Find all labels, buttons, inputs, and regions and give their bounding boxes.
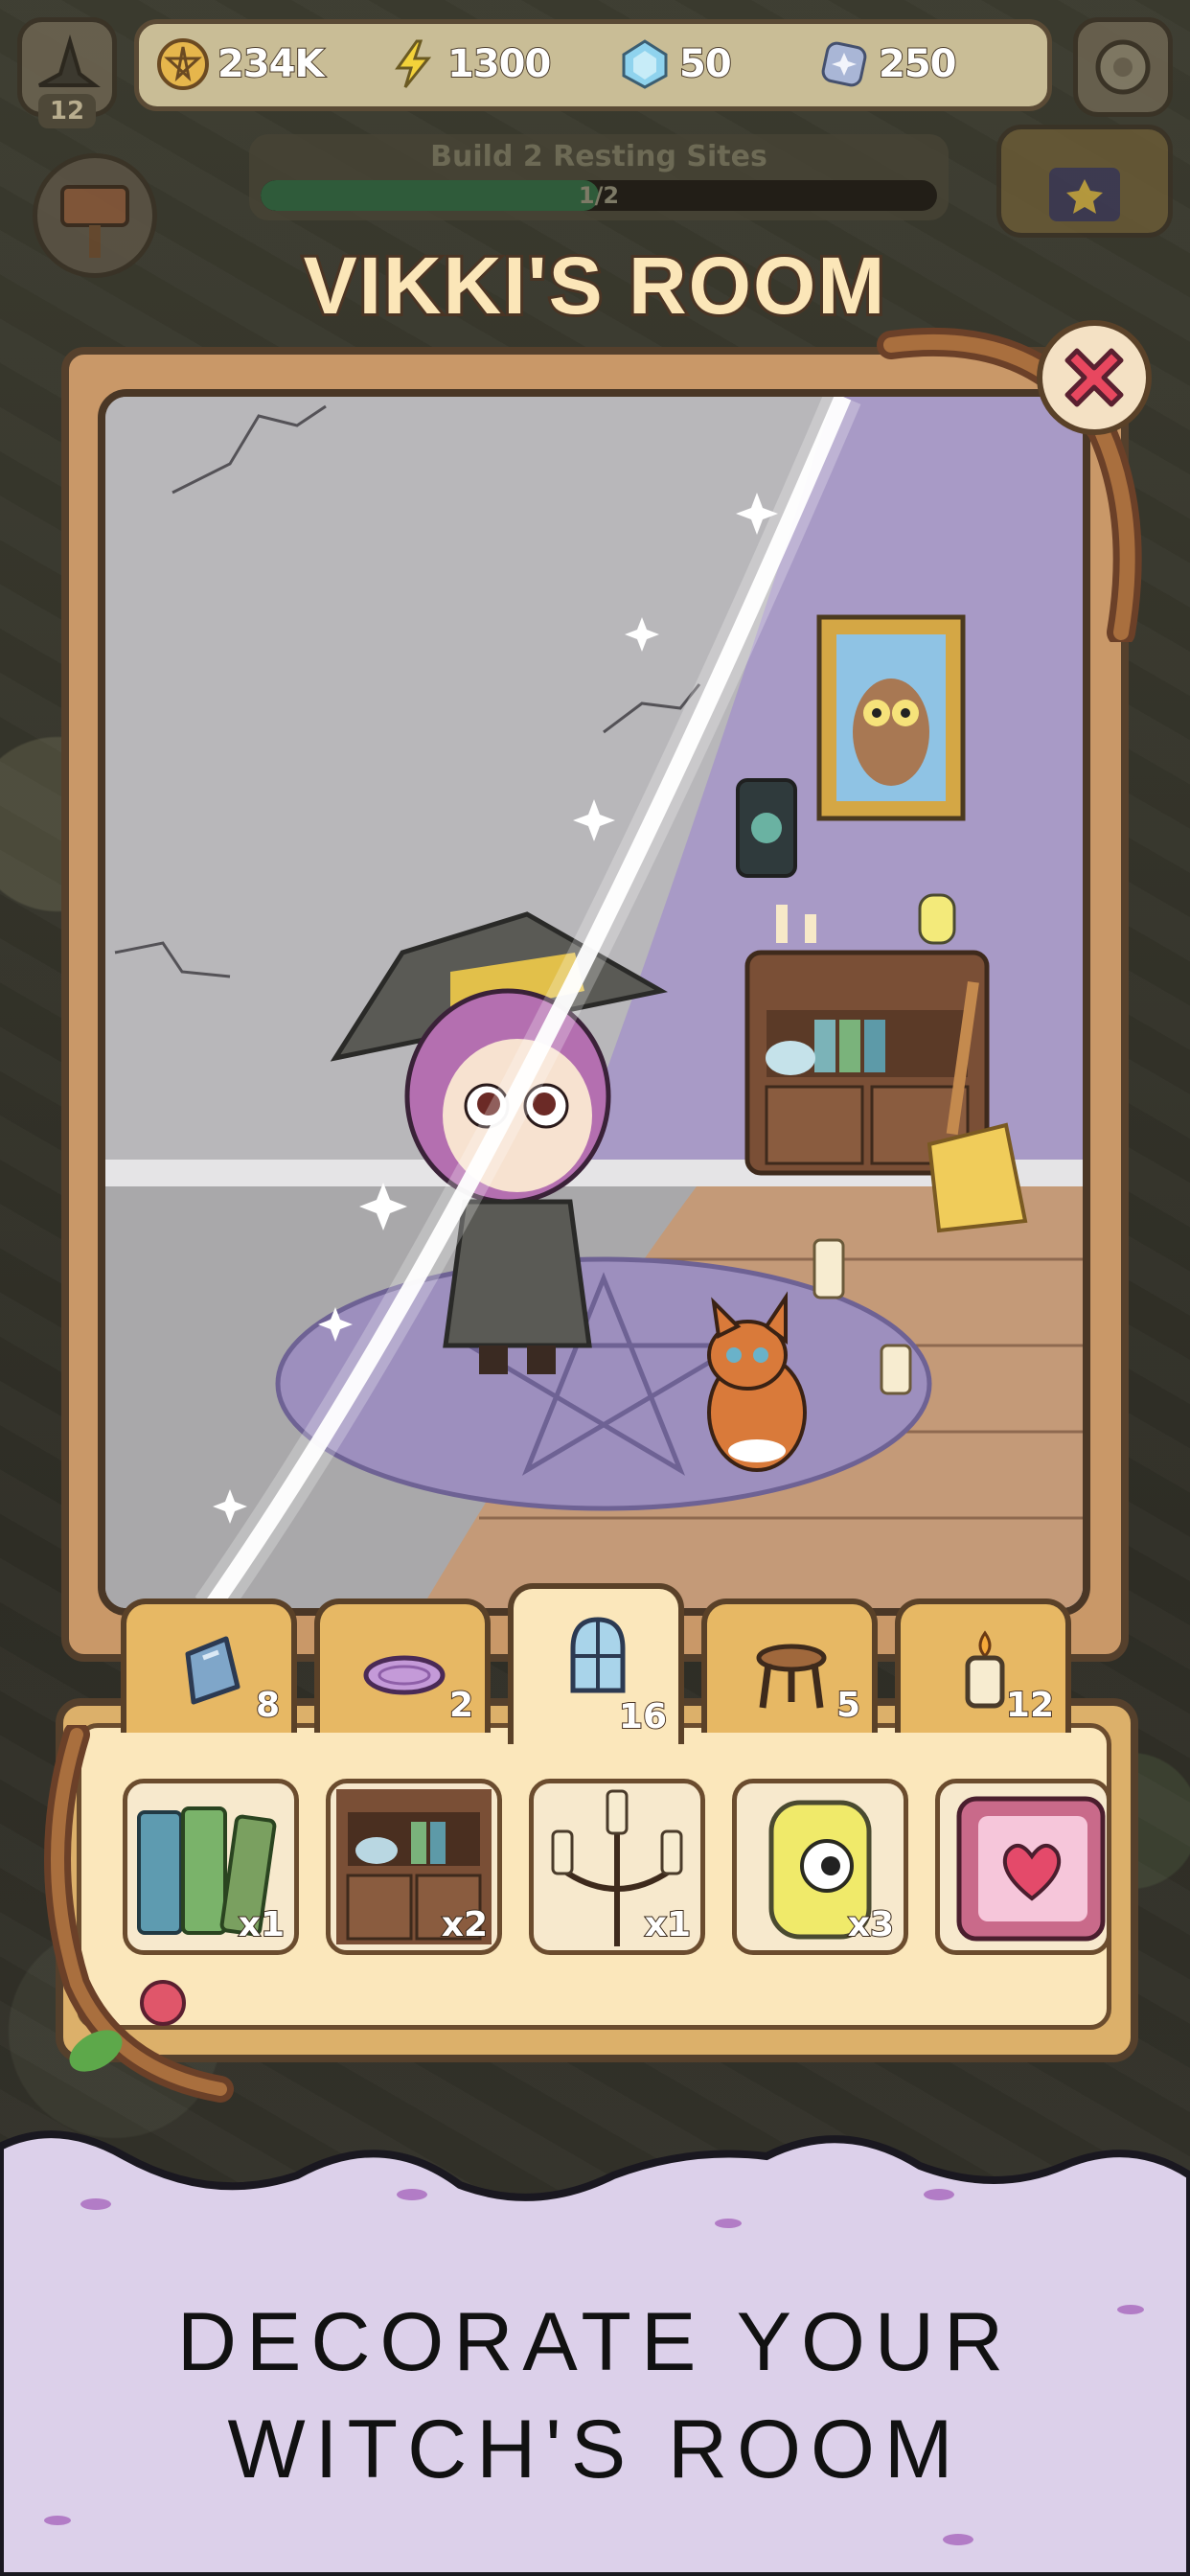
- stones-value: 250: [878, 41, 957, 87]
- tab-count: 12: [1005, 1685, 1055, 1726]
- item-quantity: x3: [847, 1904, 895, 1945]
- crystals-value: 50: [678, 41, 733, 87]
- crystals-counter[interactable]: 50: [618, 37, 733, 91]
- tab-candles[interactable]: 12: [895, 1598, 1071, 1733]
- tab-furniture[interactable]: 5: [701, 1598, 878, 1733]
- lightning-icon: [395, 39, 432, 88]
- tab-count: 2: [448, 1685, 474, 1726]
- item-quantity: x1: [644, 1904, 692, 1945]
- stones-counter[interactable]: 250: [817, 37, 957, 91]
- settings-button[interactable]: [1073, 17, 1173, 117]
- tab-count: 5: [835, 1685, 861, 1726]
- blue-crystal-icon: [622, 39, 668, 89]
- promo-banner-text: DECORATE YOUR WITCH'S ROOM: [0, 2288, 1190, 2503]
- close-icon: [1064, 348, 1124, 407]
- shop-button[interactable]: [996, 125, 1173, 238]
- shop-box-icon: [1049, 168, 1120, 221]
- magic-stone-icon: [821, 41, 867, 87]
- coins-counter[interactable]: 234K: [156, 37, 325, 91]
- item-eye-jar[interactable]: x3: [732, 1779, 908, 1955]
- vine-decoration: [44, 1725, 234, 2103]
- energy-counter[interactable]: 1300: [386, 37, 552, 91]
- heart-card-icon: [956, 1796, 1106, 1942]
- stool-icon: [756, 1644, 827, 1709]
- tab-mirrors[interactable]: 8: [121, 1598, 297, 1733]
- item-candelabra[interactable]: x1: [529, 1779, 705, 1955]
- energy-value: 1300: [446, 41, 552, 87]
- quest-title: Build 2 Resting Sites: [430, 140, 767, 173]
- item-quantity: x2: [441, 1904, 489, 1945]
- tab-rugs[interactable]: 2: [314, 1598, 491, 1733]
- close-button[interactable]: [1037, 320, 1152, 435]
- window-icon: [570, 1617, 626, 1693]
- rug-icon: [363, 1655, 446, 1695]
- item-quantity: x1: [238, 1904, 286, 1945]
- pentagram-coin-icon: [157, 38, 209, 90]
- room-title: VIKKI'S ROOM: [301, 238, 888, 334]
- tab-count: 16: [618, 1696, 668, 1737]
- level-badge: 12: [38, 94, 96, 128]
- quest-progress-text: 1/2: [578, 182, 620, 209]
- promo-line-2: WITCH'S ROOM: [227, 2404, 963, 2496]
- resource-bar: 234K 1300 50 250: [134, 19, 1052, 111]
- promo-line-1: DECORATE YOUR: [176, 2296, 1014, 2388]
- mirror-icon: [185, 1636, 240, 1705]
- gear-icon: [1095, 39, 1151, 95]
- quest-progress[interactable]: Build 2 Resting Sites 1/2: [249, 134, 949, 220]
- coins-value: 234K: [217, 41, 325, 87]
- quest-progress-bar: 1/2: [261, 180, 937, 211]
- item-heart-card[interactable]: [935, 1779, 1111, 1955]
- item-cabinet[interactable]: x2: [326, 1779, 502, 1955]
- tab-count: 8: [255, 1685, 281, 1726]
- tab-windows[interactable]: 16: [508, 1583, 684, 1744]
